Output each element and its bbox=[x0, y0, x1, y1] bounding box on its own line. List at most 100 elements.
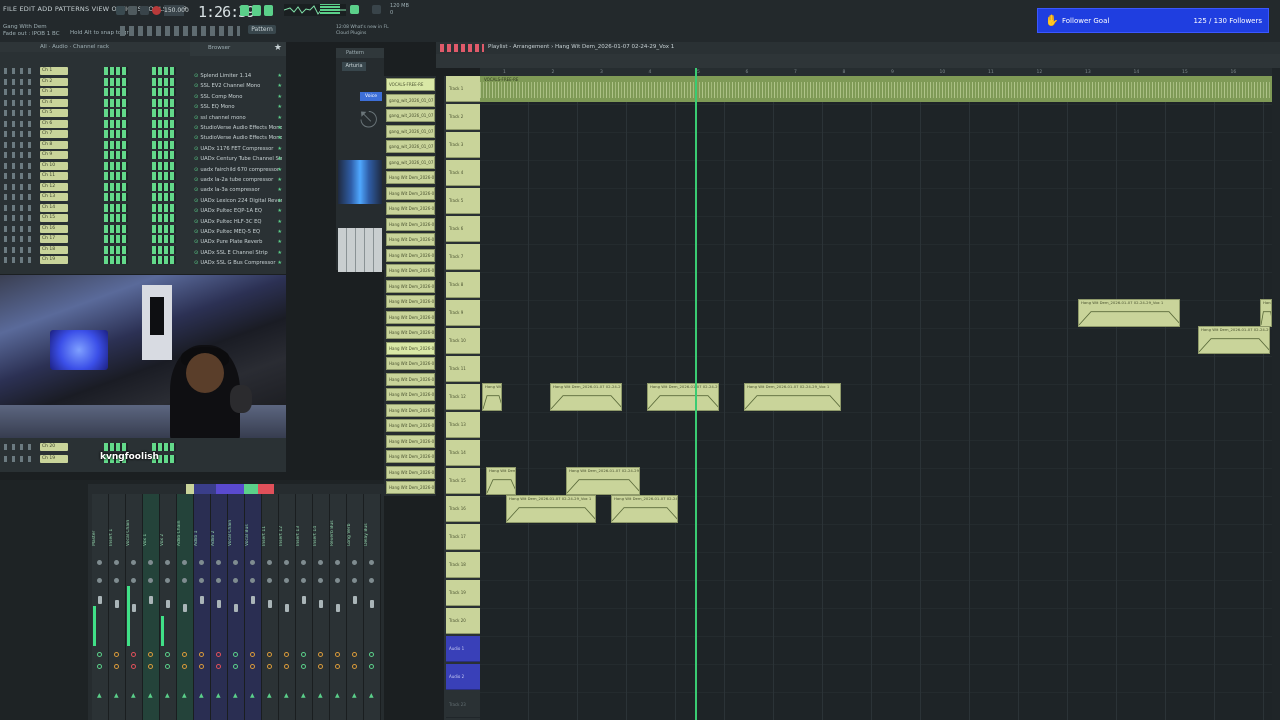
pan-knob[interactable] bbox=[233, 560, 238, 565]
timeline-ruler[interactable] bbox=[480, 68, 1272, 76]
send-knob[interactable] bbox=[233, 652, 238, 657]
send-knob[interactable] bbox=[148, 652, 153, 657]
step-sequencer[interactable] bbox=[104, 109, 128, 117]
channel-name-button[interactable]: Ch 18 bbox=[40, 245, 68, 254]
favorite-star-icon[interactable]: ★ bbox=[277, 250, 282, 256]
record-button[interactable] bbox=[152, 6, 161, 15]
channel-fader[interactable] bbox=[98, 596, 102, 604]
send-knob[interactable] bbox=[267, 652, 272, 657]
step-sequencer[interactable] bbox=[104, 67, 128, 75]
step-sequencer[interactable] bbox=[152, 98, 176, 107]
step-sequencer[interactable] bbox=[104, 193, 128, 201]
channel-row[interactable]: Ch 4 bbox=[0, 98, 190, 109]
clip-source-item[interactable]: Hang Wit Dem_2026-01 bbox=[386, 310, 435, 324]
browser-plugin-item[interactable]: ⊙StudioVerse Audio Effects Mono Stereo★ bbox=[194, 135, 282, 141]
channel-buttons[interactable] bbox=[4, 152, 34, 158]
panel-toggle-mixer[interactable] bbox=[372, 5, 381, 14]
send-knob[interactable] bbox=[216, 664, 221, 669]
favorite-star-icon[interactable]: ★ bbox=[277, 167, 282, 173]
send-knob[interactable] bbox=[301, 652, 306, 657]
pan-knob[interactable] bbox=[216, 560, 221, 565]
track-header[interactable]: Track 11 bbox=[446, 356, 480, 382]
send-knob[interactable] bbox=[182, 664, 187, 669]
track-header[interactable]: Track 12 bbox=[446, 384, 480, 410]
step-sequencer[interactable] bbox=[104, 235, 128, 243]
clip-source-item[interactable]: Hang Wit Dem_2026-01 bbox=[386, 202, 435, 215]
route-arrow-icon[interactable]: ▲ bbox=[97, 692, 102, 699]
step-sequencer[interactable] bbox=[104, 214, 128, 222]
track-header[interactable]: Track 23 bbox=[446, 692, 480, 718]
playlist-tool-icons[interactable] bbox=[440, 44, 484, 52]
channel-row[interactable]: Ch 20 bbox=[0, 442, 190, 453]
volume-knob[interactable] bbox=[352, 578, 357, 583]
favorite-star-icon[interactable]: ★ bbox=[277, 104, 282, 110]
send-knob[interactable] bbox=[250, 664, 255, 669]
star-icon[interactable]: ★ bbox=[274, 43, 282, 53]
channel-fader[interactable] bbox=[183, 604, 187, 612]
send-knob[interactable] bbox=[335, 652, 340, 657]
volume-knob[interactable] bbox=[148, 578, 153, 583]
channel-name-button[interactable]: Ch 8 bbox=[40, 140, 68, 149]
track-header[interactable]: Track 17 bbox=[446, 524, 480, 550]
track-header[interactable]: Track 20 bbox=[446, 608, 480, 634]
send-knob[interactable] bbox=[352, 652, 357, 657]
play-button[interactable] bbox=[128, 6, 137, 15]
step-sequencer[interactable] bbox=[152, 203, 176, 212]
browser-plugin-item[interactable]: ⊙ UADx Pure Plate Reverb ★ bbox=[194, 239, 282, 245]
route-arrow-icon[interactable]: ▲ bbox=[301, 692, 306, 699]
pan-knob[interactable] bbox=[131, 560, 136, 565]
favorite-star-icon[interactable]: ★ bbox=[277, 125, 282, 131]
route-arrow-icon[interactable]: ▲ bbox=[352, 692, 357, 699]
favorite-star-icon[interactable]: ★ bbox=[277, 83, 282, 89]
pan-knob[interactable] bbox=[284, 560, 289, 565]
step-sequencer[interactable] bbox=[152, 161, 176, 170]
clip-source-item[interactable]: Hang Wit Dem_2026-01 bbox=[386, 403, 435, 417]
pan-knob[interactable] bbox=[165, 560, 170, 565]
playlist-clip[interactable]: Hang Wit Dem_2026-01-07 02-24-29_Vox 1 bbox=[482, 383, 502, 411]
track-header[interactable]: Track 16 bbox=[446, 496, 480, 522]
clip-source-item[interactable]: Hang Wit Dem_2026-01 bbox=[386, 248, 435, 262]
playlist-clip[interactable]: Hang Wit Dem_2026-01-07 02-24-29_Vox 1 bbox=[611, 495, 678, 523]
stop-button[interactable] bbox=[140, 6, 149, 15]
send-knob[interactable] bbox=[131, 664, 136, 669]
channel-name-button[interactable]: Ch 10 bbox=[40, 161, 68, 170]
channel-name-button[interactable]: Ch 1 bbox=[40, 67, 68, 75]
channel-row[interactable]: Ch 18 bbox=[0, 245, 190, 256]
channel-name-button[interactable]: Ch 15 bbox=[40, 214, 68, 222]
channel-fader[interactable] bbox=[166, 600, 170, 608]
channel-name-button[interactable]: Ch 13 bbox=[40, 193, 68, 201]
channel-fader[interactable] bbox=[217, 600, 221, 608]
clip-source-item[interactable]: gang_wit_2026_01_07 bbox=[386, 124, 435, 138]
channel-row[interactable]: Ch 2 bbox=[0, 77, 190, 88]
send-knob[interactable] bbox=[131, 652, 136, 657]
browser-plugin-item[interactable]: ⊙ UADx Pultec EQP-1A EQ ★ bbox=[194, 208, 282, 214]
step-sequencer[interactable] bbox=[152, 130, 176, 138]
browser-plugin-item[interactable]: ⊙ SSL EQ Mono ★ bbox=[194, 104, 282, 110]
piano-roll-thumbnail[interactable] bbox=[338, 228, 382, 272]
waveform-thumbnail[interactable] bbox=[338, 160, 382, 204]
track-header[interactable]: Track 6 bbox=[446, 216, 480, 242]
clip-source-item[interactable]: Hang Wit Dem_2026-01 bbox=[386, 465, 435, 479]
step-sequencer[interactable] bbox=[152, 119, 176, 128]
route-arrow-icon[interactable]: ▲ bbox=[250, 692, 255, 699]
step-sequencer[interactable] bbox=[152, 77, 176, 86]
channel-row[interactable]: Ch 8 bbox=[0, 140, 190, 151]
pattern-selector[interactable]: Pattern bbox=[248, 25, 276, 34]
clip-source-item[interactable]: gang_wit_2026_01_07 bbox=[386, 155, 435, 169]
channel-row[interactable]: Ch 14 bbox=[0, 203, 190, 214]
channel-buttons[interactable] bbox=[4, 78, 34, 85]
track-header[interactable]: Track 19 bbox=[446, 580, 480, 606]
channel-buttons[interactable] bbox=[4, 110, 34, 116]
channel-buttons[interactable] bbox=[4, 194, 34, 200]
channel-buttons[interactable] bbox=[4, 204, 34, 211]
step-sequencer[interactable] bbox=[152, 193, 176, 201]
playlist-clip[interactable]: Hang Wit Dem_2026-01-07 02-24-29_Vox 1 bbox=[1260, 299, 1272, 327]
channel-row[interactable]: Ch 7 bbox=[0, 129, 190, 140]
pan-knob[interactable] bbox=[267, 560, 272, 565]
step-sequencer[interactable] bbox=[104, 130, 128, 138]
step-sequencer[interactable] bbox=[152, 172, 176, 180]
volume-knob[interactable] bbox=[301, 578, 306, 583]
send-knob[interactable] bbox=[318, 664, 323, 669]
countdown-toggle[interactable] bbox=[264, 5, 273, 16]
send-knob[interactable] bbox=[148, 664, 153, 669]
